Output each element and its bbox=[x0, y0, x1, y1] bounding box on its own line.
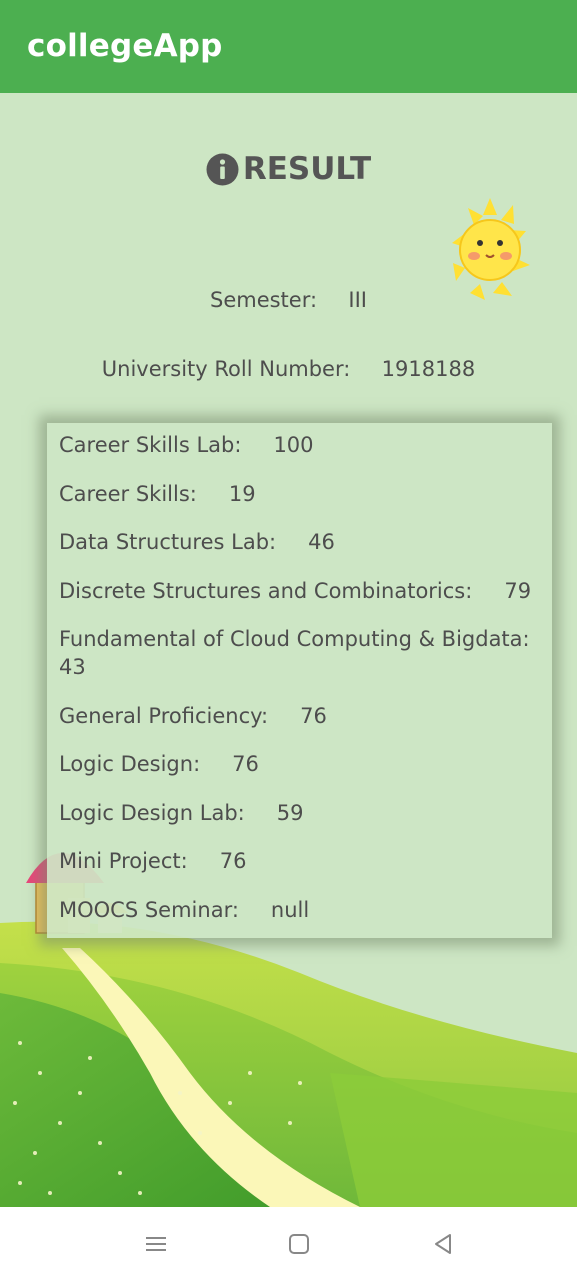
subject-row: Discrete Structures and Combinatorics: 79 bbox=[59, 577, 539, 605]
subject-mark: 43 bbox=[59, 655, 86, 679]
subject-mark: 100 bbox=[273, 433, 314, 457]
subject-row: Logic Design: 76 bbox=[59, 750, 539, 778]
subject-name: General Proficiency: bbox=[59, 703, 269, 728]
app-bar: collegeApp bbox=[0, 0, 577, 93]
subject-name: Mini Project: bbox=[59, 849, 188, 873]
home-icon bbox=[289, 1234, 309, 1254]
menu-button[interactable] bbox=[141, 1229, 171, 1259]
subject-mark: 76 bbox=[232, 752, 259, 776]
system-nav-bar bbox=[0, 1207, 577, 1280]
subject-row: MOOCS Seminar: null bbox=[59, 896, 539, 924]
roll-number-label: University Roll Number: bbox=[101, 357, 351, 381]
subject-name: Discrete Structures and Combinatorics: bbox=[59, 578, 473, 603]
subject-mark: 46 bbox=[308, 530, 335, 554]
subject-mark: 76 bbox=[300, 703, 327, 728]
app-title: collegeApp bbox=[27, 28, 223, 64]
roll-number-info: University Roll Number: 1918188 bbox=[0, 357, 577, 381]
subject-row: Data Structures Lab: 46 bbox=[59, 528, 539, 556]
result-title: RESULT bbox=[242, 151, 372, 187]
menu-icon bbox=[146, 1237, 166, 1251]
semester-info: Semester: III bbox=[0, 288, 577, 312]
roll-number-value: 1918188 bbox=[381, 357, 476, 381]
subject-mark: 79 bbox=[504, 578, 532, 603]
back-icon bbox=[435, 1234, 451, 1254]
subject-row: Career Skills Lab: 100 bbox=[59, 431, 539, 459]
subject-mark: 59 bbox=[276, 800, 304, 825]
subject-name: MOOCS Seminar: bbox=[59, 897, 239, 922]
subject-name: Career Skills Lab: bbox=[59, 433, 242, 457]
result-heading: RESULT bbox=[0, 151, 577, 187]
subject-mark: 19 bbox=[228, 481, 256, 506]
marks-card: Career Skills Lab: 100 Career Skills: 19 D… bbox=[47, 423, 552, 938]
subject-name: Fundamental of Cloud Computing & Bigdata… bbox=[59, 627, 530, 651]
subject-name: Career Skills: bbox=[59, 481, 197, 506]
info-icon bbox=[206, 153, 239, 185]
home-button[interactable] bbox=[284, 1229, 314, 1259]
semester-label: Semester: bbox=[209, 288, 318, 312]
subject-list: Career Skills Lab: 100 Career Skills: 19 D… bbox=[59, 431, 539, 944]
subject-mark: null bbox=[270, 897, 310, 922]
subject-name: Logic Design: bbox=[59, 752, 201, 776]
subject-row: Career Skills: 19 bbox=[59, 480, 539, 508]
subject-mark: 76 bbox=[219, 849, 247, 873]
semester-value: III bbox=[348, 288, 368, 312]
subject-row: Mini Project: 76 bbox=[59, 847, 539, 875]
sun-illustration bbox=[452, 198, 530, 300]
subject-name: Data Structures Lab: bbox=[59, 530, 277, 554]
subject-row: General Proficiency: 76 bbox=[59, 702, 539, 730]
back-button[interactable] bbox=[428, 1229, 458, 1259]
subject-row: Logic Design Lab: 59 bbox=[59, 799, 539, 827]
subject-row: Fundamental of Cloud Computing & Bigdata… bbox=[59, 625, 539, 681]
result-screen: RESULT Semester: III University Roll Num… bbox=[0, 93, 577, 1207]
subject-name: Logic Design Lab: bbox=[59, 800, 245, 825]
